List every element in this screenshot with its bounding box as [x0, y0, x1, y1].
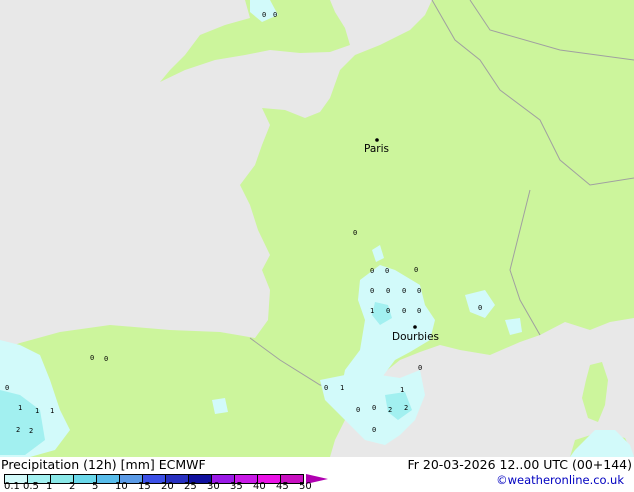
precip-value: 0: [386, 287, 390, 295]
scale-tick: 0.5: [23, 481, 39, 492]
legend-footer: Precipitation (12h) [mm] ECMWF Fr 20-03-…: [0, 457, 634, 492]
scale-tick: 5: [92, 481, 99, 492]
precip-value: 0: [5, 384, 9, 392]
map-title: Precipitation (12h) [mm] ECMWF: [1, 457, 206, 472]
precip-value: 0: [262, 11, 266, 19]
scale-tick: 35: [230, 481, 243, 492]
scale-tick: 2: [69, 481, 76, 492]
scale-tick: 30: [207, 481, 220, 492]
precip-value: 0: [372, 404, 376, 412]
precip-value: 1: [400, 386, 404, 394]
precip-value: 0: [478, 304, 482, 312]
precip-value: 0: [370, 267, 374, 275]
credit-link[interactable]: ©weatheronline.co.uk: [496, 473, 624, 487]
city-label-dourbies: Dourbies: [392, 331, 439, 343]
scale-tick: 10: [115, 481, 128, 492]
precip-value: 0: [417, 287, 421, 295]
precip-value: 0: [402, 287, 406, 295]
scale-tick: 15: [138, 481, 151, 492]
precip-value: 0: [417, 307, 421, 315]
city-label-paris: Paris: [364, 143, 389, 155]
precip-value: 0: [402, 307, 406, 315]
precip-value: 0: [414, 266, 418, 274]
precip-value: 0: [370, 287, 374, 295]
scale-tick: 20: [161, 481, 174, 492]
scale-tick: 45: [276, 481, 289, 492]
precip-value: 1: [18, 404, 22, 412]
precip-value: 1: [370, 307, 374, 315]
precip-value: 1: [35, 407, 39, 415]
precip-value: 2: [29, 427, 33, 435]
precip-value: 0: [273, 11, 277, 19]
scale-tick: 25: [184, 481, 197, 492]
precip-value: 2: [16, 426, 20, 434]
scale-tick: 50: [299, 481, 312, 492]
precipitation-map: 0 000 0 00 0 0 001 0 0 00 001 12 2112 2000 100 Paris D…: [0, 0, 634, 457]
precip-value: 0: [353, 229, 357, 237]
city-marker: [413, 325, 417, 329]
forecast-datetime: Fr 20-03-2026 12..00 UTC (00+144): [407, 457, 633, 472]
scale-tick: 40: [253, 481, 266, 492]
precip-value: 0: [418, 364, 422, 372]
precip-value: 0: [356, 406, 360, 414]
precip-value: 0: [386, 307, 390, 315]
precip-value: 0: [372, 426, 376, 434]
precip-value: 0: [90, 354, 94, 362]
scale-tick: 0.1: [4, 481, 20, 492]
precip-value: 2: [388, 406, 392, 414]
precip-value: 0: [104, 355, 108, 363]
precip-value: 2: [404, 404, 408, 412]
city-marker: [375, 138, 379, 142]
precip-value: 0: [324, 384, 328, 392]
precip-value: 0: [385, 267, 389, 275]
precip-value: 1: [340, 384, 344, 392]
scale-tick: 1: [46, 481, 53, 492]
precip-value: 1: [50, 407, 54, 415]
